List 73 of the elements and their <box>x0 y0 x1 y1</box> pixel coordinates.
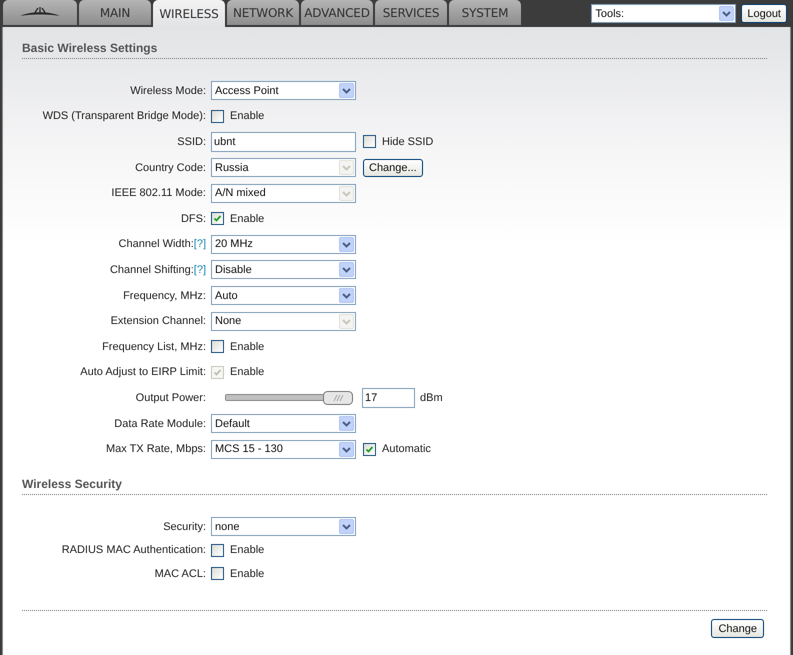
dropdown[interactable]: Auto <box>211 286 356 306</box>
checkbox[interactable] <box>363 442 376 456</box>
checkbox-label: Automatic <box>382 443 431 456</box>
dropdown[interactable]: Disable <box>211 260 356 280</box>
dropdown[interactable]: 20 MHz <box>211 234 356 254</box>
field-label: Output Power: <box>136 392 206 404</box>
field-label: Data Rate Module: <box>114 418 206 430</box>
field-label: Extension Channel: <box>110 315 206 328</box>
chevron-icon <box>339 442 354 457</box>
checkbox-label: Enable <box>230 544 264 556</box>
checkbox[interactable] <box>211 544 224 557</box>
checkbox[interactable] <box>211 340 224 354</box>
input-field[interactable]: ubnt <box>211 132 356 152</box>
input-field[interactable]: 17 <box>362 388 415 408</box>
chevron-icon <box>719 6 734 21</box>
help-link[interactable]: [?] <box>194 238 206 250</box>
field-label: MAC ACL: <box>154 568 206 580</box>
checkbox-label: Enable <box>230 366 264 378</box>
field-label: Country Code: <box>135 162 206 174</box>
nav-tab[interactable]: SERVICES <box>375 0 447 25</box>
chevron-icon <box>339 262 354 278</box>
logo-tab[interactable] <box>3 0 77 25</box>
chevron-icon <box>339 519 354 534</box>
nav-tab[interactable]: SYSTEM <box>449 0 521 25</box>
checkbox[interactable] <box>211 110 224 123</box>
field-label: Max TX Rate, Mbps: <box>106 443 206 456</box>
field-label: Frequency List, MHz: <box>102 340 206 353</box>
chevron-icon <box>339 160 354 176</box>
change-button[interactable]: Change <box>711 619 764 638</box>
field-label: Security: <box>163 520 206 533</box>
field-label: IEEE 802.11 Mode: <box>111 187 206 200</box>
chevron-icon <box>339 236 354 252</box>
chevron-icon <box>339 83 354 98</box>
dropdown[interactable]: none <box>211 517 356 536</box>
checkmark-icon <box>212 366 223 378</box>
section-title: Basic Wireless Settings <box>22 41 767 59</box>
help-link[interactable]: [?] <box>194 264 206 276</box>
checkbox-label: Enable <box>230 340 264 353</box>
field-label: RADIUS MAC Authentication: <box>62 544 206 556</box>
field-label: DFS: <box>180 212 206 225</box>
checkbox[interactable] <box>211 212 224 226</box>
tools-dropdown[interactable]: Tools: <box>591 4 736 23</box>
checkbox-label: Enable <box>230 568 264 580</box>
nav-tab[interactable]: NETWORK <box>227 0 299 25</box>
checkbox-label: Hide SSID <box>382 136 434 148</box>
field-label: Channel Shifting: <box>110 264 194 276</box>
checkbox-label: Enable <box>230 110 264 122</box>
checkmark-icon <box>364 444 375 455</box>
slider-thumb[interactable] <box>323 390 353 405</box>
chevron-icon <box>339 288 354 304</box>
unit-label: dBm <box>420 392 443 404</box>
field-label: Frequency, MHz: <box>123 290 206 302</box>
nav-tab[interactable]: MAIN <box>79 0 151 25</box>
checkmark-icon <box>212 213 223 224</box>
checkbox[interactable] <box>211 567 224 580</box>
checkbox-label: Enable <box>230 212 264 225</box>
dropdown[interactable]: Access Point <box>211 81 356 100</box>
dropdown[interactable]: Default <box>211 414 356 434</box>
logout-button[interactable]: Logout <box>741 4 787 23</box>
chevron-icon <box>339 416 354 432</box>
chevron-icon <box>339 186 354 201</box>
field-label: Auto Adjust to EIRP Limit: <box>80 366 206 378</box>
field-label: SSID: <box>177 136 206 148</box>
section-title: Wireless Security <box>22 476 767 495</box>
logo-icon <box>18 6 62 18</box>
chevron-icon <box>339 314 354 329</box>
field-label: WDS (Transparent Bridge Mode): <box>42 110 206 122</box>
dropdown[interactable]: MCS 15 - 130 <box>211 440 356 459</box>
checkbox[interactable] <box>363 135 376 148</box>
nav-tab[interactable]: ADVANCED <box>301 0 373 25</box>
nav-tab[interactable]: WIRELESS <box>153 0 225 27</box>
field-label: Channel Width: <box>118 238 194 250</box>
field-label: Wireless Mode: <box>130 84 206 97</box>
